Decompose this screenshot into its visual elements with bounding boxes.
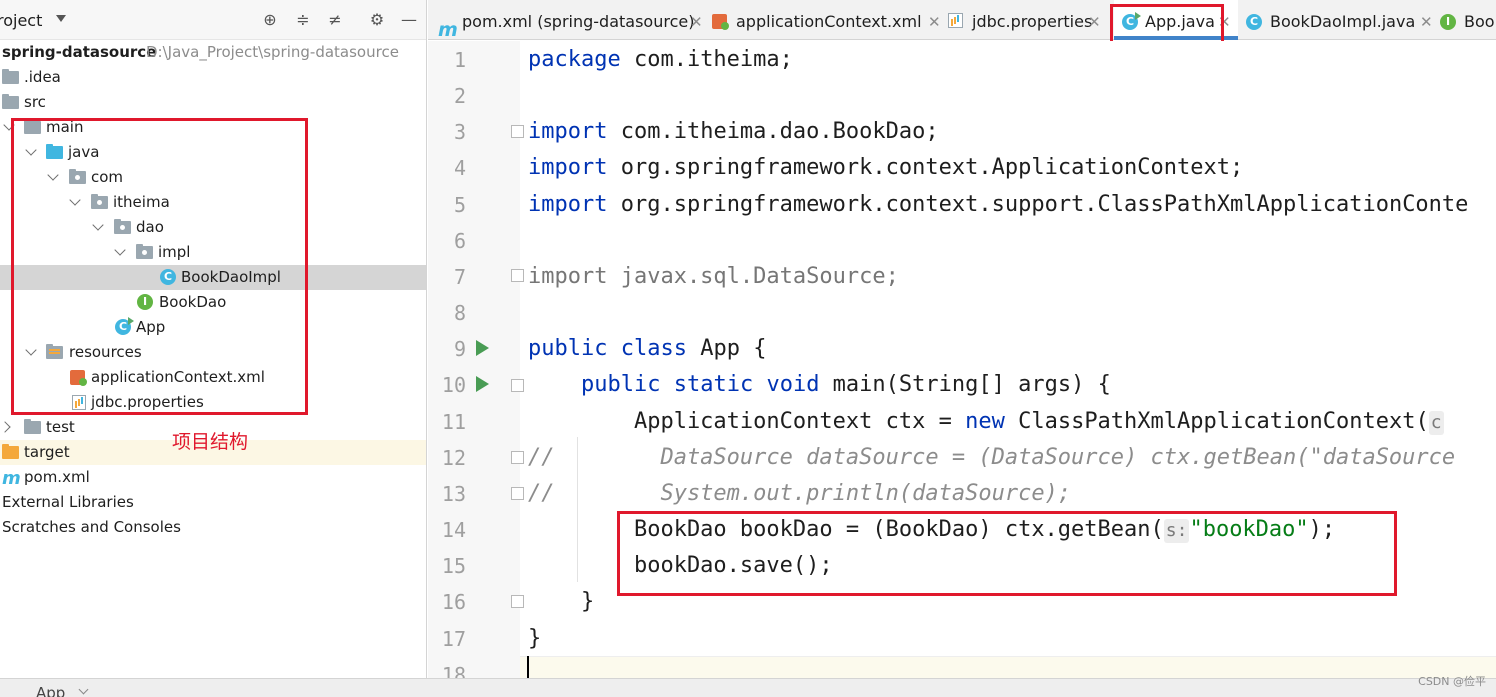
tree-item-label: Scratches and Consoles — [2, 518, 181, 536]
code-line-5: import org.springframework.context.suppo… — [528, 192, 1469, 217]
line-number: 17 — [441, 627, 466, 651]
line-number: 13 — [441, 482, 466, 506]
code-line-1: package com.itheima; — [528, 47, 793, 72]
fold-icon[interactable] — [511, 379, 524, 392]
fold-icon[interactable] — [511, 595, 524, 608]
line-number: 7 — [453, 265, 466, 289]
line-number: 5 — [453, 193, 466, 217]
close-icon[interactable]: ✕ — [928, 0, 941, 44]
line-number: 8 — [453, 301, 466, 325]
current-line-highlight — [520, 656, 1496, 678]
code-line-10: public static void main(String[] args) { — [580, 372, 1111, 397]
tree-item-idea[interactable]: .idea — [0, 65, 426, 90]
spring-xml-icon — [712, 14, 729, 30]
line-number: 9 — [453, 337, 466, 361]
chevron-down-icon[interactable] — [56, 15, 66, 22]
tab-pom-xml[interactable]: m pom.xml (spring-datasource) ✕ — [438, 0, 710, 41]
tree-item-spring-datasource[interactable]: spring-datasource D:\Java_Project\spring… — [0, 40, 426, 65]
close-icon[interactable]: ✕ — [1420, 0, 1433, 44]
line-number: 6 — [453, 229, 466, 253]
close-icon[interactable]: ✕ — [690, 0, 703, 44]
code-line-17: } — [528, 626, 542, 651]
code-line-3: import com.itheima.dao.BookDao; — [528, 119, 939, 144]
watermark: CSDN @俭平 — [1418, 675, 1486, 688]
project-structure-annotation: 项目结构 — [172, 431, 249, 453]
folder-icon — [2, 69, 19, 84]
project-tool-window: roject ⊕ ≑ ≠ ⚙ — spring-datasource D:\Ja… — [0, 0, 427, 678]
line-number: 2 — [453, 84, 466, 108]
project-structure-highlight-box — [11, 118, 308, 415]
line-number: 11 — [441, 410, 466, 434]
code-editor[interactable]: 1 2 3 4 5 6 7 8 9 10 11 12 13 14 15 16 1… — [428, 41, 1496, 678]
properties-file-icon — [948, 13, 963, 28]
line-number: 15 — [441, 554, 466, 578]
line-number: 12 — [441, 446, 466, 470]
chevron-right-icon[interactable] — [0, 421, 11, 433]
close-icon[interactable]: ✕ — [1088, 0, 1101, 44]
tab-bookdaoimpl-java[interactable]: C BookDaoImpl.java ✕ — [1246, 0, 1436, 40]
expand-all-icon[interactable]: ≑ — [294, 11, 312, 29]
tree-item-scratches[interactable]: Scratches and Consoles — [0, 515, 426, 540]
fold-icon[interactable] — [511, 269, 524, 282]
code-line-13: // System.out.println(dataSource); — [528, 481, 1072, 506]
line-number: 18 — [441, 663, 466, 678]
run-tab-app[interactable]: App — [36, 684, 65, 697]
excluded-folder-icon — [2, 444, 19, 459]
interface-icon: I — [1440, 14, 1456, 30]
tree-item-src[interactable]: src — [0, 90, 426, 115]
code-line-4: import org.springframework.context.Appli… — [528, 155, 1244, 180]
line-number: 3 — [453, 120, 466, 144]
line-number: 14 — [441, 518, 466, 542]
gear-icon[interactable]: ⚙ — [368, 11, 386, 29]
code-line-12: // DataSource dataSource = (DataSource) … — [528, 445, 1456, 470]
project-panel-header: roject ⊕ ≑ ≠ ⚙ — — [0, 0, 426, 40]
code-line-11: ApplicationContext ctx = new ClassPathXm… — [528, 409, 1444, 435]
collapse-all-icon[interactable]: ≠ — [326, 11, 344, 29]
bottom-tool-bar: App — [0, 678, 1496, 697]
tree-item-label: spring-datasource — [2, 43, 157, 61]
tab-bookdao-java[interactable]: I Bool — [1440, 0, 1496, 40]
tree-item-label: pom.xml — [24, 468, 90, 486]
code-highlight-box — [617, 511, 1397, 596]
fold-icon[interactable] — [511, 487, 524, 500]
parameter-hint: c — [1428, 411, 1444, 435]
tree-item-label: External Libraries — [2, 493, 134, 511]
tree-item-label: test — [46, 418, 75, 436]
code-line-16: } — [528, 589, 595, 614]
fold-icon[interactable] — [511, 451, 524, 464]
tab-jdbc-properties[interactable]: jdbc.properties ✕ — [948, 0, 1110, 40]
tree-item-external-libraries[interactable]: External Libraries — [0, 490, 426, 515]
run-main-icon[interactable] — [476, 376, 489, 392]
project-view-selector[interactable]: roject — [0, 11, 42, 30]
module-path: D:\Java_Project\spring-datasource — [146, 43, 399, 61]
line-number: 10 — [441, 373, 466, 397]
editor-tab-bar: m pom.xml (spring-datasource) ✕ applicat… — [428, 0, 1496, 41]
run-class-icon[interactable] — [476, 340, 489, 356]
maven-icon: m — [2, 468, 21, 489]
folder-icon — [24, 419, 41, 434]
tree-item-label: .idea — [24, 68, 61, 86]
crosshair-icon[interactable]: ⊕ — [261, 11, 279, 29]
line-number: 16 — [441, 590, 466, 614]
tree-item-label: src — [24, 93, 46, 111]
tab-applicationcontext-xml[interactable]: applicationContext.xml ✕ — [712, 0, 948, 40]
tree-item-pom-xml[interactable]: m pom.xml — [0, 465, 426, 490]
line-number: 4 — [453, 156, 466, 180]
code-line-9: public class App { — [528, 336, 767, 361]
minimize-icon[interactable]: — — [400, 11, 418, 29]
text-caret — [527, 656, 529, 678]
fold-icon[interactable] — [511, 125, 524, 138]
tree-item-label: target — [24, 443, 70, 461]
class-icon: C — [1246, 14, 1262, 30]
line-number: 1 — [453, 48, 466, 72]
code-line-7: import javax.sql.DataSource; — [528, 264, 899, 289]
folder-icon — [2, 94, 19, 109]
chevron-down-icon[interactable] — [78, 684, 89, 695]
